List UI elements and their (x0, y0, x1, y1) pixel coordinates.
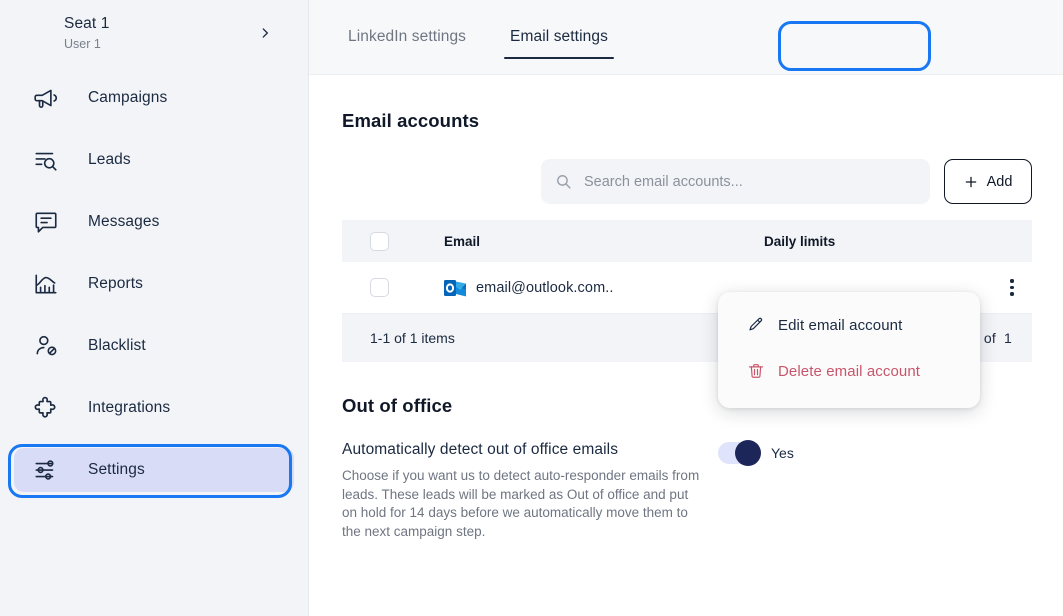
sidebar-item-label: Settings (88, 461, 145, 479)
seat-name: Seat 1 (64, 14, 258, 34)
menu-item-label: Edit email account (778, 317, 902, 334)
seat-selector[interactable]: Seat 1 User 1 (0, 0, 308, 62)
row-checkbox[interactable] (370, 278, 389, 297)
sidebar-item-integrations[interactable]: Integrations (14, 386, 294, 430)
page-title: Email accounts (342, 110, 1063, 132)
out-of-office-texts: Automatically detect out of office email… (342, 441, 712, 541)
plus-icon (964, 175, 978, 189)
table-header-row: Email Daily limits (342, 220, 1032, 262)
kebab-menu-icon[interactable] (1006, 275, 1017, 299)
menu-item-label: Delete email account (778, 363, 920, 380)
toggle-knob (735, 440, 761, 466)
chevron-right-icon (258, 26, 272, 40)
sliders-icon (33, 457, 59, 483)
row-email-label: email@outlook.com.. (476, 280, 614, 296)
seat-user: User 1 (64, 35, 258, 53)
pencil-icon (747, 316, 765, 334)
tab-linkedin-settings[interactable]: LinkedIn settings (342, 28, 472, 59)
row-select-cell (342, 278, 444, 297)
sidebar-item-label: Integrations (88, 399, 170, 417)
toggle-value-label: Yes (771, 445, 794, 461)
email-accounts-toolbar: Add (342, 159, 1063, 204)
lead-search-icon (33, 147, 59, 173)
sidebar-item-label: Reports (88, 275, 143, 293)
sidebar-item-label: Leads (88, 151, 131, 169)
sidebar-item-campaigns[interactable]: Campaigns (14, 76, 294, 120)
sidebar-item-leads[interactable]: Leads (14, 138, 294, 182)
sidebar-item-label: Messages (88, 213, 159, 231)
sidebar-item-blacklist[interactable]: Blacklist (14, 324, 294, 368)
search-input[interactable] (584, 174, 914, 190)
chart-icon (33, 271, 59, 297)
main-content: LinkedIn settings Email settings Email a… (309, 0, 1063, 616)
select-all-cell (342, 232, 444, 251)
out-of-office-toggle-wrap: Yes (718, 442, 794, 464)
tab-email-settings[interactable]: Email settings (504, 28, 614, 59)
column-header-email: Email (444, 234, 764, 249)
megaphone-icon (33, 85, 59, 111)
menu-item-delete-email-account[interactable]: Delete email account (734, 352, 964, 390)
sidebar-item-messages[interactable]: Messages (14, 200, 294, 244)
sidebar: Seat 1 User 1 Campaigns (0, 0, 309, 616)
of-word: of (984, 330, 996, 346)
app-window: Seat 1 User 1 Campaigns (0, 0, 1063, 616)
trash-icon (747, 362, 765, 380)
add-email-account-button[interactable]: Add (944, 159, 1032, 204)
tab-label: Email settings (510, 28, 608, 45)
seat-texts: Seat 1 User 1 (64, 14, 258, 53)
out-of-office-label: Automatically detect out of office email… (342, 441, 712, 459)
sidebar-item-settings[interactable]: Settings (14, 448, 294, 492)
select-all-checkbox[interactable] (370, 232, 389, 251)
out-of-office-toggle[interactable] (718, 442, 759, 464)
menu-item-edit-email-account[interactable]: Edit email account (734, 306, 964, 344)
tab-label: LinkedIn settings (348, 28, 466, 45)
row-actions-cell (992, 275, 1032, 299)
user-block-icon (33, 333, 59, 359)
sidebar-item-reports[interactable]: Reports (14, 262, 294, 306)
sidebar-item-label: Blacklist (88, 337, 146, 355)
settings-tabbar: LinkedIn settings Email settings (309, 0, 1063, 75)
row-email-cell: email@outlook.com.. (444, 278, 764, 298)
email-settings-highlight-annotation (778, 21, 931, 71)
page-total: 1 (1004, 330, 1012, 346)
add-button-label: Add (987, 174, 1013, 190)
row-context-menu: Edit email account Delete email account (718, 292, 980, 408)
items-count-label: 1-1 of 1 items (370, 330, 455, 346)
out-of-office-description: Choose if you want us to detect auto-res… (342, 467, 704, 541)
search-email-accounts-box[interactable] (541, 159, 930, 204)
puzzle-icon (33, 395, 59, 421)
outlook-icon (444, 278, 466, 298)
sidebar-item-label: Campaigns (88, 89, 167, 107)
out-of-office-setting: Automatically detect out of office email… (342, 441, 1063, 541)
column-header-daily-limits: Daily limits (764, 234, 992, 249)
message-icon (33, 209, 59, 235)
search-icon (555, 173, 572, 190)
sidebar-nav: Campaigns Leads (0, 76, 308, 492)
